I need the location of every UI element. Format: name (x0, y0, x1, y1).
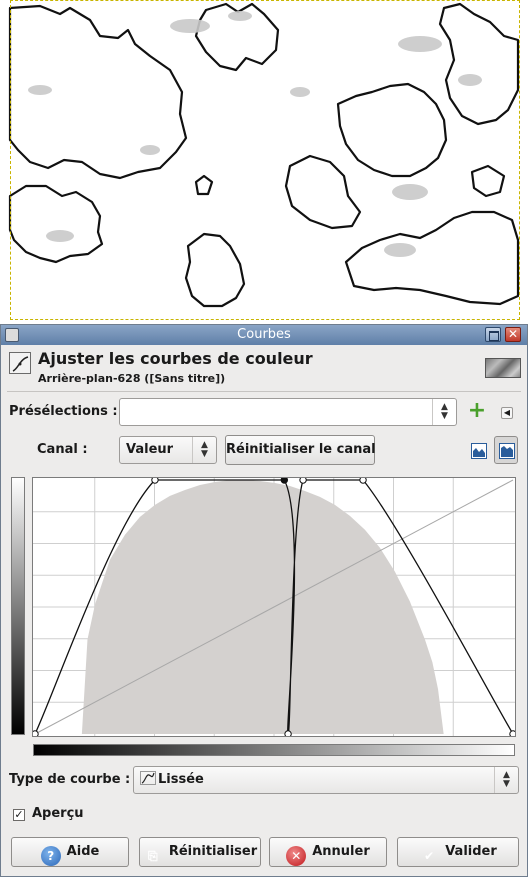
log-histogram-icon (499, 443, 515, 459)
canvas-image (8, 2, 520, 308)
histogram-area-shape (35, 480, 444, 734)
app-icon (5, 328, 19, 342)
curve-graph[interactable] (32, 477, 516, 737)
output-gradient-bar (11, 477, 25, 735)
window-title: Courbes (237, 327, 291, 342)
checkmark-icon: ✔ (424, 849, 435, 863)
spin-arrows-icon: ▲ ▼ (192, 437, 216, 463)
title-bar[interactable]: Courbes (1, 325, 527, 345)
ok-button[interactable]: ✔ Valider (397, 837, 519, 867)
spin-arrows-icon: ▲ ▼ (494, 767, 518, 793)
curve-control-point[interactable] (284, 730, 292, 736)
help-label: Aide (66, 844, 100, 859)
preview-checkbox[interactable]: ✓ (13, 809, 25, 821)
channel-value: Valeur (126, 442, 174, 457)
curves-tool-icon (9, 352, 31, 374)
dialog-heading: Ajuster les courbes de couleur (38, 349, 313, 368)
curve-control-point[interactable] (299, 478, 307, 484)
curve-control-point[interactable] (359, 478, 367, 484)
linear-histogram-toggle[interactable] (466, 436, 490, 464)
ok-label: Valider (445, 844, 497, 859)
maximize-button[interactable] (485, 327, 501, 342)
reset-label: Réinitialiser (168, 844, 258, 859)
curve-type-label: Type de courbe : (9, 772, 131, 787)
help-button[interactable]: ? Aide (11, 837, 129, 867)
curve-control-point[interactable] (33, 730, 39, 736)
menu-arrow-icon: ◀ (501, 407, 513, 419)
presets-label: Présélections : (9, 404, 118, 419)
reset-icon: ⎘ (148, 849, 158, 863)
close-button[interactable] (505, 326, 521, 343)
channel-label: Canal : (37, 442, 88, 457)
spin-arrows-icon: ▲ ▼ (432, 399, 456, 425)
presets-menu-button[interactable]: ◀ (496, 401, 518, 423)
help-icon: ? (40, 846, 61, 866)
cancel-button[interactable]: ✕ Annuler (269, 837, 387, 867)
image-canvas[interactable] (0, 0, 528, 322)
layer-thumbnail (485, 358, 521, 378)
curve-control-point[interactable] (509, 730, 515, 736)
reset-button[interactable]: ⎘ Réinitialiser (139, 837, 261, 867)
curve-chart[interactable] (33, 478, 515, 736)
layer-name: Arrière-plan-628 ([Sans titre]) (38, 372, 226, 385)
preview-label[interactable]: Aperçu (32, 806, 84, 821)
linear-histogram-icon (471, 443, 487, 459)
input-gradient-bar (33, 744, 515, 756)
presets-combo[interactable]: ▲ ▼ (119, 398, 457, 426)
reset-channel-button[interactable]: Réinitialiser le canal (225, 435, 376, 465)
cancel-icon: ✕ (286, 846, 307, 866)
log-histogram-toggle[interactable] (494, 436, 518, 464)
smooth-curve-icon (140, 771, 156, 785)
channel-combo[interactable]: Valeur ▲ ▼ (119, 436, 217, 464)
curve-control-point[interactable] (280, 478, 289, 484)
curve-control-point[interactable] (151, 478, 159, 484)
curve-type-value: Lissée (158, 772, 204, 787)
curve-type-combo[interactable]: Lissée ▲ ▼ (133, 766, 519, 794)
plus-icon[interactable]: + (466, 400, 488, 423)
cancel-label: Annuler (312, 844, 370, 859)
histogram-area (35, 480, 444, 734)
curves-dialog: Courbes Ajuster les courbes de couleur A… (0, 324, 528, 877)
header-separator (7, 391, 521, 392)
